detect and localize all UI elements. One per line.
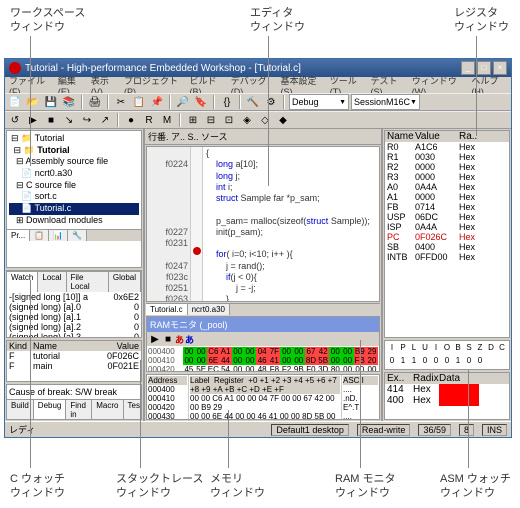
callout-workspace: ワークスペース ウィンドウ: [10, 6, 85, 35]
step-icon[interactable]: ↘: [61, 112, 77, 128]
callout-editor: エディタ ウィンドウ: [250, 6, 305, 35]
tool-icon[interactable]: ⊡: [221, 112, 237, 128]
saveall-icon[interactable]: 📚: [61, 94, 77, 110]
output-tab[interactable]: Debug: [34, 400, 67, 420]
callout-register: レジスタ ウィンドウ: [454, 6, 509, 35]
stepout-icon[interactable]: ↗: [97, 112, 113, 128]
bookmark-icon[interactable]: 🔖: [193, 94, 209, 110]
watch-tab[interactable]: Global: [109, 272, 141, 292]
watch-tab[interactable]: Local: [38, 272, 66, 292]
editor-header: 行番. ア.. S.. ソース: [145, 129, 381, 145]
output-tab[interactable]: Build: [7, 400, 34, 420]
tool-icon[interactable]: ▶: [149, 333, 161, 345]
status-mode: INS: [482, 424, 507, 436]
toolbar-2: ↺ ▶ ■ ↘ ↪ ↗ ● R M ⊞ ⊟ ⊡ ◈ ◇ ◆: [5, 111, 511, 129]
brace-icon[interactable]: {}: [219, 94, 235, 110]
watch-tab[interactable]: File Local: [67, 272, 109, 292]
output-tab[interactable]: Macro: [92, 400, 123, 420]
kana-icon[interactable]: あ: [175, 333, 184, 346]
build-icon[interactable]: 🔨: [245, 94, 261, 110]
stop-icon[interactable]: ■: [43, 112, 59, 128]
tool-icon[interactable]: ◈: [239, 112, 255, 128]
callout-asmwatch: ASM ウォッチ ウィンドウ: [440, 472, 511, 501]
rammon-toolbar: ▶ ■ あ あ: [147, 332, 379, 346]
callout-cwatch: C ウォッチ ウィンドウ: [10, 472, 65, 501]
find-icon[interactable]: 🔎: [175, 94, 191, 110]
tab-icon[interactable]: 🔧: [68, 230, 87, 241]
rammon-pane: RAMモニタ (_pool) ▶ ■ あ あ 0004000000C6A1000…: [146, 316, 380, 372]
session-combo[interactable]: SessionM16C▼: [351, 94, 420, 110]
tool-icon[interactable]: ■: [162, 333, 174, 345]
register-pane[interactable]: NameValueRa.. R0A1C6HexR10030HexR20000He…: [384, 130, 510, 338]
rammon-title: RAMモニタ (_pool): [147, 317, 379, 332]
tab-icon[interactable]: 📋: [30, 230, 49, 241]
stepover-icon[interactable]: ↪: [79, 112, 95, 128]
code-area[interactable]: { long a[10]; long j; int i; struct Samp…: [203, 147, 379, 301]
ide-window: Tutorial - High-performance Embedded Wor…: [4, 58, 512, 438]
buildall-icon[interactable]: ⚙: [263, 94, 279, 110]
copy-icon[interactable]: 📋: [131, 94, 147, 110]
output-text: Cause of break: S/W break: [7, 385, 141, 399]
address-gutter: f0224 f0227f0231 f0247f023cf0251f0263 f0…: [147, 147, 191, 301]
status-ready: レディ: [9, 423, 35, 436]
status-desktop: Default1 desktop: [271, 424, 349, 436]
tool-icon[interactable]: ⊞: [185, 112, 201, 128]
status-rw: Read-write: [357, 424, 411, 436]
status-pos: 36/59: [418, 424, 451, 436]
app-icon: [9, 62, 21, 74]
paste-icon[interactable]: 📌: [149, 94, 165, 110]
save-icon[interactable]: 💾: [43, 94, 59, 110]
kana-icon[interactable]: あ: [185, 333, 194, 346]
breakpoint-icon[interactable]: [193, 247, 201, 255]
callout-rammon: RAM モニタ ウィンドウ: [335, 472, 396, 501]
bp-icon[interactable]: ●: [123, 112, 139, 128]
output-tab[interactable]: Test: [124, 400, 143, 420]
flags-pane[interactable]: IPLUIOBSZDC 011000100: [384, 340, 510, 370]
go-icon[interactable]: ▶: [25, 112, 41, 128]
window-title: Tutorial - High-performance Embedded Wor…: [25, 63, 301, 74]
callout-memory: メモリ ウィンドウ: [210, 472, 265, 501]
rammon-grid[interactable]: 0004000000C6A10000047F000067420000B92900…: [147, 346, 379, 371]
tool-icon[interactable]: ◇: [257, 112, 273, 128]
mem-icon[interactable]: M: [159, 112, 175, 128]
workspace-tree[interactable]: ⊟ 📁 Tutorial ⊟ 📁 Tutorial ⊟ Assembly sou…: [7, 131, 141, 229]
cut-icon[interactable]: ✂: [113, 94, 129, 110]
print-icon[interactable]: 🖨: [87, 94, 103, 110]
workspace-pane: ⊟ 📁 Tutorial ⊟ 📁 Tutorial ⊟ Assembly sou…: [6, 130, 142, 268]
new-icon[interactable]: 📄: [7, 94, 23, 110]
reg-icon[interactable]: R: [141, 112, 157, 128]
ascii-dump: .....nD.E^.T....: [343, 385, 378, 420]
breakpoint-margin[interactable]: [191, 147, 203, 301]
cwatch-pane: Watch Local File Local Global NameValue …: [6, 270, 142, 338]
watch-body[interactable]: -[signed long [10]] a0x6E2 (signed long)…: [7, 292, 141, 338]
menubar: ファイル(F) 編集(E) 表示(V) プロジェクト(P) ビルド(B) デバッ…: [5, 77, 511, 93]
editor-pane[interactable]: f0224 f0227f0231 f0247f023cf0251f0263 f0…: [146, 146, 380, 302]
asmwatch-pane[interactable]: Ex..RadixData 414Hex 400Hex: [384, 372, 510, 420]
stacktrace-pane: KindNameValue Ftutorial0F026CFmain0F021E: [6, 340, 142, 382]
file-tab[interactable]: ncrt0.a30: [188, 304, 230, 315]
status-col: 8: [459, 424, 474, 436]
stacktrace-body[interactable]: Ftutorial0F026CFmain0F021E: [7, 351, 141, 371]
statusbar: レディ Default1 desktop Read-write 36/59 8 …: [5, 421, 511, 437]
tab-icon[interactable]: 📊: [49, 230, 68, 241]
memory-pane[interactable]: Address 000400000410000420000430 Label R…: [146, 374, 380, 420]
reset-icon[interactable]: ↺: [7, 112, 23, 128]
output-tab[interactable]: Find in Files: [66, 400, 92, 420]
watch-tab[interactable]: Watch: [7, 272, 38, 292]
tool-icon[interactable]: ⊟: [203, 112, 219, 128]
config-combo[interactable]: Debug▼: [289, 94, 349, 110]
workspace-tab[interactable]: Pr...: [7, 230, 30, 241]
open-icon[interactable]: 📂: [25, 94, 41, 110]
output-pane: Cause of break: S/W break Build Debug Fi…: [6, 384, 142, 420]
toolbar-1: 📄 📂 💾 📚 🖨 ✂ 📋 📌 🔎 🔖 {} 🔨 ⚙ Debug▼ Sessio…: [5, 93, 511, 111]
file-tab[interactable]: Tutorial.c: [146, 304, 188, 315]
tool-icon[interactable]: ◆: [275, 112, 291, 128]
callout-stack: スタックトレース ウィンドウ: [116, 472, 203, 501]
